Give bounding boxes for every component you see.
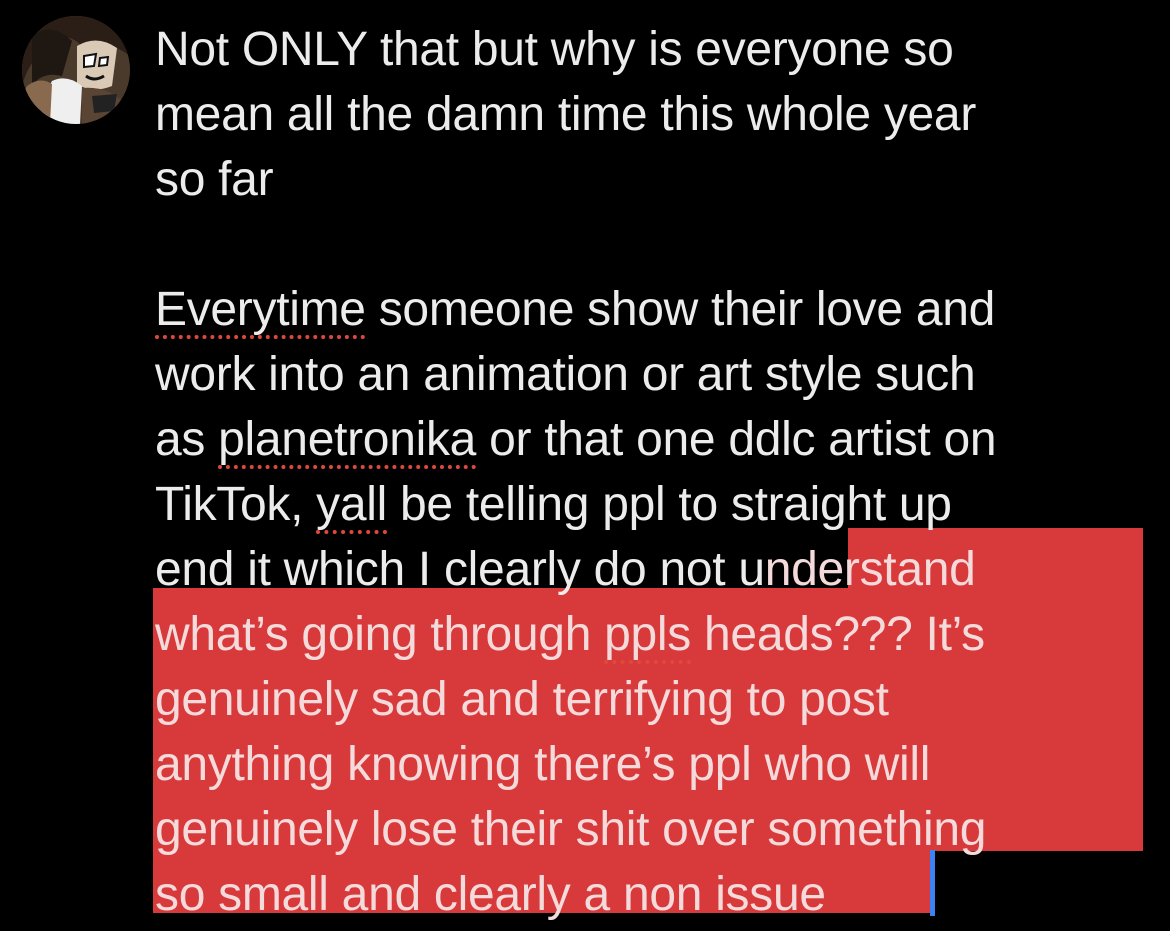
misspelled-word[interactable]: yall [316,478,387,531]
post-line: so far [155,153,274,206]
post-text: someone show their love and [365,283,996,336]
post-line-selected: what’s going through ppls heads??? It’s [155,602,1155,667]
post-line: as planetronika or that one ddlc artist … [155,407,1155,472]
post-text: be telling ppl to straight up [387,478,952,531]
post-line-selected: so small and clearly a non issue [155,868,826,921]
post-line: end it which I clearly do not understand [155,537,1155,602]
post-body[interactable]: Not ONLY that but why is everyone so mea… [155,17,1155,927]
post-text: end it which I clearly do not u [155,543,765,596]
text-cursor-caret[interactable] [930,850,935,916]
selected-text: nderstand [764,543,976,596]
avatar[interactable] [22,16,130,124]
post-text: or that one ddlc artist on [476,413,997,466]
post-line: Not ONLY that but why is everyone so [155,23,954,76]
post-line: work into an animation or art style such [155,348,976,401]
selected-text: heads??? It’s [691,608,985,661]
post-text: TikTok, [155,478,317,531]
post-line: mean all the damn time this whole year [155,88,977,141]
misspelled-word[interactable]: planetronika [218,413,476,466]
post-line-selected: anything knowing there’s ppl who will [155,738,931,791]
post-line: Everytime someone show their love and [155,277,1155,342]
misspelled-word[interactable]: Everytime [155,283,366,336]
post-text: as [155,413,219,466]
post-line-selected: genuinely sad and terrifying to post [155,673,889,726]
avatar-cartoon-character-icon [22,16,130,124]
misspelled-word[interactable]: ppls [604,608,691,661]
selected-text: what’s going through [155,608,605,661]
post-line: TikTok, yall be telling ppl to straight … [155,472,1155,537]
post-line-selected: genuinely lose their shit over something [155,803,987,856]
paragraph-break [155,212,1155,277]
